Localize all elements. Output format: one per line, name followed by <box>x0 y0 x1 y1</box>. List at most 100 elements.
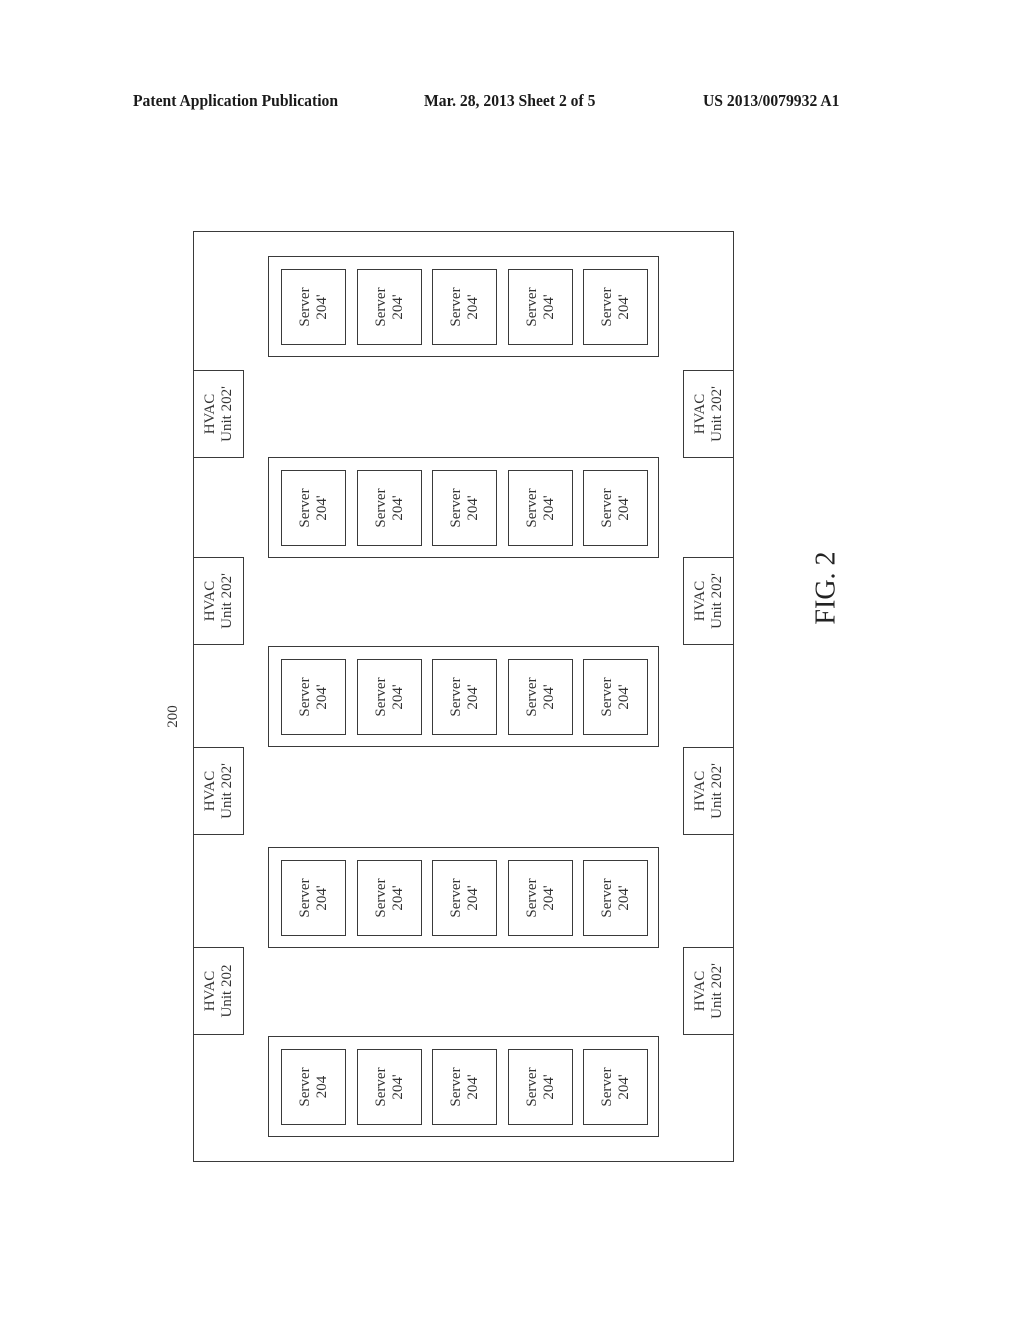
server: Server 204' <box>508 470 573 546</box>
publication-type: Patent Application Publication <box>133 91 339 110</box>
label-line-2: 204' <box>615 1074 632 1100</box>
label-line-2: 204' <box>389 294 406 320</box>
box-label: Server 204' <box>524 677 558 716</box>
label-line-1: Server <box>523 677 540 717</box>
server: Server 204' <box>281 659 346 735</box>
server: Server 204' <box>281 269 346 345</box>
label-line-2: Unit 202' <box>708 963 725 1019</box>
box-label: Server 204' <box>448 488 482 527</box>
box-label: Server 204' <box>524 878 558 917</box>
box-label: Server 204 <box>297 1067 331 1106</box>
label-line-2: Unit 202' <box>708 573 725 629</box>
hvac-unit-right: HVAC Unit 202' <box>683 557 734 645</box>
label-line-1: Server <box>296 677 313 717</box>
box-label: Server 204' <box>297 488 331 527</box>
box-label: Server 204' <box>448 677 482 716</box>
label-line-1: Server <box>447 1067 464 1107</box>
label-line-1: HVAC <box>201 393 218 435</box>
box-label: Server 204' <box>599 488 633 527</box>
server: Server 204' <box>583 860 648 936</box>
label-line-1: Server <box>447 287 464 327</box>
label-line-2: Unit 202' <box>218 763 235 819</box>
hvac-unit-right: HVAC Unit 202' <box>683 370 734 458</box>
label-line-2: Unit 202' <box>218 573 235 629</box>
server-rack: Server 204 Server 204' Server 204' Server 204' S… <box>268 1036 659 1137</box>
label-line-2: 204' <box>540 684 557 710</box>
figure-caption: FIG. 2 <box>810 551 842 625</box>
label-line-2: Unit 202 <box>218 964 235 1018</box>
publication-number: US 2013/0079932 A1 <box>703 91 840 110</box>
label-line-2: Unit 202' <box>218 386 235 442</box>
box-label: HVAC Unit 202' <box>202 386 236 442</box>
server: Server 204' <box>508 860 573 936</box>
hvac-unit-right: HVAC Unit 202' <box>683 947 734 1035</box>
label-line-1: Server <box>372 287 389 327</box>
label-line-1: Server <box>296 287 313 327</box>
label-line-2: 204' <box>540 885 557 911</box>
label-line-1: Server <box>372 488 389 528</box>
server: Server 204' <box>432 1049 497 1125</box>
box-label: Server 204' <box>297 878 331 917</box>
hvac-unit-right: HVAC Unit 202' <box>683 747 734 835</box>
label-line-1: Server <box>598 878 615 918</box>
box-label: Server 204' <box>373 677 407 716</box>
label-line-2: Unit 202' <box>708 763 725 819</box>
label-line-2: 204' <box>464 294 481 320</box>
label-line-1: Server <box>372 677 389 717</box>
label-line-1: Server <box>598 677 615 717</box>
label-line-1: Server <box>296 878 313 918</box>
box-label: HVAC Unit 202' <box>692 963 726 1019</box>
label-line-2: 204' <box>540 495 557 521</box>
box-label: Server 204' <box>524 1067 558 1106</box>
label-line-1: HVAC <box>201 770 218 812</box>
label-line-2: 204' <box>313 294 330 320</box>
label-line-1: HVAC <box>201 970 218 1012</box>
box-label: Server 204' <box>599 677 633 716</box>
label-line-2: 204' <box>540 294 557 320</box>
label-line-1: HVAC <box>691 393 708 435</box>
label-line-2: 204' <box>389 495 406 521</box>
server: Server 204' <box>583 659 648 735</box>
hvac-unit-left: HVAC Unit 202' <box>193 747 244 835</box>
server-rack: Server 204' Server 204' Server 204' Server 204'… <box>268 847 659 948</box>
label-line-1: Server <box>447 488 464 528</box>
label-line-1: Server <box>523 488 540 528</box>
box-label: Server 204' <box>599 878 633 917</box>
server: Server 204 <box>281 1049 346 1125</box>
server: Server 204' <box>583 470 648 546</box>
box-label: HVAC Unit 202' <box>692 386 726 442</box>
box-label: Server 204' <box>448 1067 482 1106</box>
label-line-2: 204' <box>313 885 330 911</box>
box-label: Server 204' <box>448 287 482 326</box>
label-line-1: Server <box>447 878 464 918</box>
box-label: Server 204' <box>297 677 331 716</box>
label-line-2: Unit 202' <box>708 386 725 442</box>
box-label: HVAC Unit 202 <box>202 965 236 1018</box>
hvac-unit-left: HVAC Unit 202 <box>193 947 244 1035</box>
label-line-1: HVAC <box>691 580 708 622</box>
publication-date-sheet: Mar. 28, 2013 Sheet 2 of 5 <box>424 91 596 110</box>
server: Server 204' <box>432 860 497 936</box>
label-line-2: 204' <box>615 294 632 320</box>
label-line-1: Server <box>447 677 464 717</box>
label-line-1: Server <box>523 878 540 918</box>
server: Server 204' <box>583 1049 648 1125</box>
label-line-1: Server <box>523 287 540 327</box>
label-line-2: 204' <box>464 1074 481 1100</box>
label-line-1: Server <box>598 488 615 528</box>
label-line-1: HVAC <box>691 770 708 812</box>
box-label: Server 204' <box>599 1067 633 1106</box>
server: Server 204' <box>357 269 422 345</box>
figure-reference-label: 200 <box>164 705 181 728</box>
label-line-1: Server <box>372 1067 389 1107</box>
box-label: Server 204' <box>599 287 633 326</box>
box-label: HVAC Unit 202' <box>202 763 236 819</box>
box-label: HVAC Unit 202' <box>202 573 236 629</box>
label-line-2: 204' <box>389 684 406 710</box>
label-line-2: 204' <box>615 885 632 911</box>
server: Server 204' <box>583 269 648 345</box>
label-line-1: Server <box>296 488 313 528</box>
box-label: Server 204' <box>373 1067 407 1106</box>
box-label: Server 204' <box>524 287 558 326</box>
label-line-2: 204' <box>313 495 330 521</box>
